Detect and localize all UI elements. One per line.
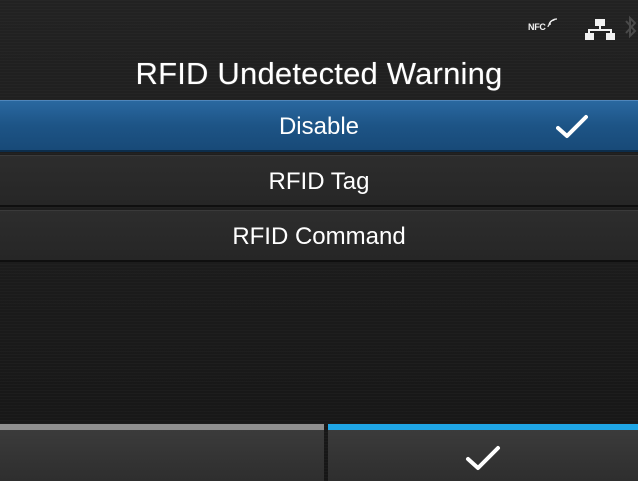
checkmark-icon xyxy=(466,446,500,470)
soft-key-bar xyxy=(0,424,638,481)
network-icon xyxy=(585,19,615,40)
option-label: Disable xyxy=(278,113,360,140)
confirm-soft-key[interactable] xyxy=(328,424,638,481)
nfc-icon: NFC xyxy=(528,18,557,32)
nfc-label: NFC xyxy=(528,22,546,32)
back-soft-key[interactable] xyxy=(0,424,324,481)
option-label: RFID Command xyxy=(232,223,406,250)
option-rfid-command[interactable]: RFID Command xyxy=(0,210,638,262)
bluetooth-icon xyxy=(625,15,637,39)
page-title: RFID Undetected Warning xyxy=(135,56,503,91)
printer-screen: NFC RFID Undetected Warning Disable RFID… xyxy=(0,0,638,481)
option-list: Disable RFID Tag RFID Command xyxy=(0,100,638,265)
option-rfid-tag[interactable]: RFID Tag xyxy=(0,155,638,207)
nfc-waves-icon xyxy=(547,18,557,28)
status-bar: NFC xyxy=(0,0,638,50)
checkmark-icon xyxy=(556,115,588,138)
option-disable[interactable]: Disable xyxy=(0,100,638,152)
option-label: RFID Tag xyxy=(268,168,370,195)
